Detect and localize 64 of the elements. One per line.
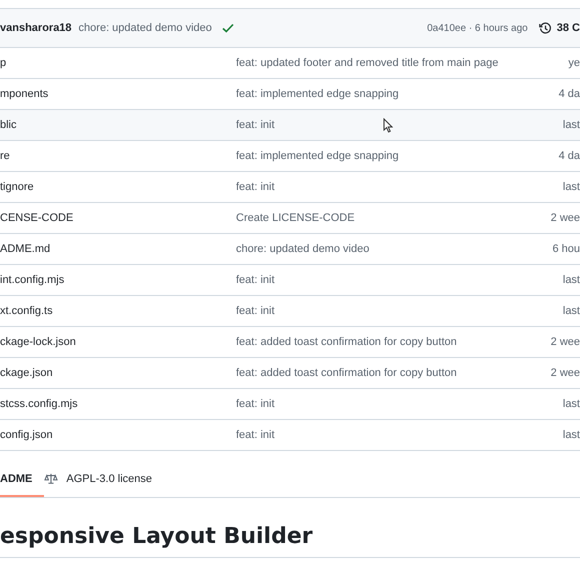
file-row[interactable]: p feat: updated footer and removed title from main page ye: [0, 48, 580, 79]
file-commit-message[interactable]: feat: init: [236, 398, 563, 410]
commit-message[interactable]: chore: updated demo video: [78, 22, 212, 34]
file-commit-message[interactable]: feat: implemented edge snapping: [236, 88, 559, 100]
file-name[interactable]: int.config.mjs: [0, 274, 236, 286]
file-row[interactable]: stcss.config.mjs feat: init last: [0, 389, 580, 420]
scale-icon: [44, 473, 58, 485]
file-row[interactable]: tignore feat: init last: [0, 172, 580, 203]
check-icon[interactable]: [222, 23, 234, 33]
readme-tab[interactable]: ADME: [0, 463, 44, 497]
history-icon: [538, 22, 552, 34]
file-date: last: [562, 305, 580, 317]
file-date: last: [562, 274, 580, 286]
tab-label: AGPL-3.0 license: [66, 473, 152, 485]
file-name[interactable]: tignore: [0, 181, 236, 193]
file-row[interactable]: ADME.md chore: updated demo video 6 hou: [0, 234, 580, 265]
file-date: 6 hou: [552, 243, 580, 255]
file-date: 2 wee: [550, 367, 580, 379]
file-date: last: [562, 119, 580, 131]
file-date: 2 wee: [550, 212, 580, 224]
file-row[interactable]: int.config.mjs feat: init last: [0, 265, 580, 296]
file-date: last: [562, 181, 580, 193]
file-row[interactable]: blic feat: init last: [0, 110, 580, 141]
file-name[interactable]: config.json: [0, 429, 236, 441]
file-name[interactable]: stcss.config.mjs: [0, 398, 236, 410]
commit-hash-time[interactable]: 0a410ee · 6 hours ago: [427, 22, 528, 34]
file-commit-message[interactable]: feat: added toast confirmation for copy button: [236, 336, 551, 348]
file-name[interactable]: mponents: [0, 88, 236, 100]
file-name[interactable]: blic: [0, 119, 236, 131]
file-row[interactable]: xt.config.ts feat: init last: [0, 296, 580, 327]
file-row[interactable]: re feat: implemented edge snapping 4 da: [0, 141, 580, 172]
file-name[interactable]: ADME.md: [0, 243, 236, 255]
file-name[interactable]: ckage.json: [0, 367, 236, 379]
mouse-cursor-icon: [383, 118, 393, 133]
file-date: 4 da: [558, 88, 580, 100]
file-row[interactable]: config.json feat: init last: [0, 420, 580, 450]
file-commit-message[interactable]: feat: init: [236, 429, 563, 441]
file-commit-message[interactable]: chore: updated demo video: [236, 243, 552, 255]
file-commit-message[interactable]: feat: init: [236, 274, 563, 286]
file-name[interactable]: p: [0, 57, 236, 69]
file-date: ye: [568, 57, 580, 69]
file-row[interactable]: ckage.json feat: added toast confirmation for copy button 2 wee: [0, 358, 580, 389]
file-name[interactable]: re: [0, 150, 236, 162]
file-row[interactable]: CENSE-CODE Create LICENSE-CODE 2 wee: [0, 203, 580, 234]
file-date: 2 wee: [550, 336, 580, 348]
file-commit-message[interactable]: feat: init: [236, 305, 563, 317]
file-date: last: [562, 429, 580, 441]
readme-heading: esponsive Layout Builder: [0, 524, 580, 558]
file-row[interactable]: ckage-lock.json feat: added toast confirmation for copy button 2 wee: [0, 327, 580, 358]
file-commit-message[interactable]: feat: updated footer and removed title from main page: [236, 57, 568, 69]
readme-tab[interactable]: AGPL-3.0 license: [44, 463, 164, 497]
file-name[interactable]: CENSE-CODE: [0, 212, 236, 224]
file-date: 4 da: [558, 150, 580, 162]
commit-author[interactable]: vansharora18: [0, 22, 72, 34]
tab-label: ADME: [0, 473, 32, 485]
file-commit-message[interactable]: feat: init: [236, 119, 563, 131]
commits-count[interactable]: 38 C: [556, 22, 580, 34]
file-commit-message[interactable]: feat: added toast confirmation for copy button: [236, 367, 551, 379]
file-commit-message[interactable]: feat: init: [236, 181, 563, 193]
file-name[interactable]: ckage-lock.json: [0, 336, 236, 348]
file-name[interactable]: xt.config.ts: [0, 305, 236, 317]
file-commit-message[interactable]: feat: implemented edge snapping: [236, 150, 559, 162]
file-date: last: [562, 398, 580, 410]
file-commit-message[interactable]: Create LICENSE-CODE: [236, 212, 551, 224]
